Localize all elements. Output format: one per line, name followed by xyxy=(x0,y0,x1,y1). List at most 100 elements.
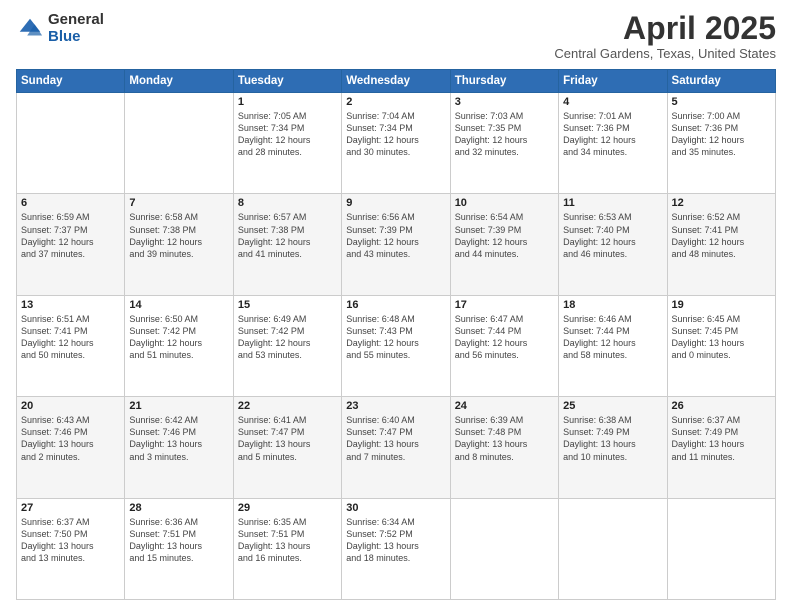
calendar-cell: 9 Sunrise: 6:56 AM Sunset: 7:39 PM Daylig… xyxy=(342,194,450,295)
calendar-cell: 25 Sunrise: 6:38 AM Sunset: 7:49 PM Dayli… xyxy=(559,397,667,498)
day-info: Sunrise: 6:52 AM Sunset: 7:41 PM Dayligh… xyxy=(672,211,771,260)
day-number: 15 xyxy=(238,299,337,311)
day-number: 30 xyxy=(346,502,445,514)
day-info: Sunrise: 6:42 AM Sunset: 7:46 PM Dayligh… xyxy=(129,414,228,463)
day-info: Sunrise: 6:53 AM Sunset: 7:40 PM Dayligh… xyxy=(563,211,662,260)
week-row-3: 13 Sunrise: 6:51 AM Sunset: 7:41 PM Dayli… xyxy=(17,295,776,396)
day-number: 19 xyxy=(672,299,771,311)
day-info: Sunrise: 6:36 AM Sunset: 7:51 PM Dayligh… xyxy=(129,516,228,565)
day-number: 16 xyxy=(346,299,445,311)
calendar-cell: 16 Sunrise: 6:48 AM Sunset: 7:43 PM Dayli… xyxy=(342,295,450,396)
day-number: 18 xyxy=(563,299,662,311)
calendar-cell: 17 Sunrise: 6:47 AM Sunset: 7:44 PM Dayli… xyxy=(450,295,558,396)
calendar-cell: 15 Sunrise: 6:49 AM Sunset: 7:42 PM Dayli… xyxy=(233,295,341,396)
calendar-cell: 13 Sunrise: 6:51 AM Sunset: 7:41 PM Dayli… xyxy=(17,295,125,396)
calendar-cell: 21 Sunrise: 6:42 AM Sunset: 7:46 PM Dayli… xyxy=(125,397,233,498)
day-number: 25 xyxy=(563,400,662,412)
calendar-cell: 26 Sunrise: 6:37 AM Sunset: 7:49 PM Dayli… xyxy=(667,397,775,498)
calendar-cell: 8Sunrise: 6:57 AM Sunset: 7:38 PM Daylig… xyxy=(233,194,341,295)
day-number: 3 xyxy=(455,96,554,108)
week-row-1: 1Sunrise: 7:05 AM Sunset: 7:34 PM Daylig… xyxy=(17,93,776,194)
col-header-monday: Monday xyxy=(125,70,233,93)
day-number: 20 xyxy=(21,400,120,412)
day-info: Sunrise: 6:47 AM Sunset: 7:44 PM Dayligh… xyxy=(455,313,554,362)
week-row-4: 20 Sunrise: 6:43 AM Sunset: 7:46 PM Dayli… xyxy=(17,397,776,498)
calendar-cell xyxy=(559,498,667,599)
day-info: Sunrise: 6:51 AM Sunset: 7:41 PM Dayligh… xyxy=(21,313,120,362)
day-info: Sunrise: 6:50 AM Sunset: 7:42 PM Dayligh… xyxy=(129,313,228,362)
calendar-cell xyxy=(17,93,125,194)
calendar-cell: 12 Sunrise: 6:52 AM Sunset: 7:41 PM Dayli… xyxy=(667,194,775,295)
day-number: 4 xyxy=(563,96,662,108)
calendar-cell: 4Sunrise: 7:01 AM Sunset: 7:36 PM Daylig… xyxy=(559,93,667,194)
day-info: Sunrise: 6:43 AM Sunset: 7:46 PM Dayligh… xyxy=(21,414,120,463)
day-number: 13 xyxy=(21,299,120,311)
day-number: 23 xyxy=(346,400,445,412)
day-info: Sunrise: 6:59 AM Sunset: 7:37 PM Dayligh… xyxy=(21,211,120,260)
calendar-cell: 10Sunrise: 6:54 AM Sunset: 7:39 PM Dayli… xyxy=(450,194,558,295)
day-info: Sunrise: 7:04 AM Sunset: 7:34 PM Dayligh… xyxy=(346,110,445,159)
day-info: Sunrise: 6:35 AM Sunset: 7:51 PM Dayligh… xyxy=(238,516,337,565)
col-header-sunday: Sunday xyxy=(17,70,125,93)
day-number: 27 xyxy=(21,502,120,514)
calendar-cell: 30 Sunrise: 6:34 AM Sunset: 7:52 PM Dayli… xyxy=(342,498,450,599)
calendar-cell: 19 Sunrise: 6:45 AM Sunset: 7:45 PM Dayli… xyxy=(667,295,775,396)
day-number: 22 xyxy=(238,400,337,412)
col-header-saturday: Saturday xyxy=(667,70,775,93)
week-row-5: 27 Sunrise: 6:37 AM Sunset: 7:50 PM Dayli… xyxy=(17,498,776,599)
calendar-cell: 1Sunrise: 7:05 AM Sunset: 7:34 PM Daylig… xyxy=(233,93,341,194)
day-number: 11 xyxy=(563,197,662,209)
day-info: Sunrise: 6:56 AM Sunset: 7:39 PM Dayligh… xyxy=(346,211,445,260)
day-info: Sunrise: 6:46 AM Sunset: 7:44 PM Dayligh… xyxy=(563,313,662,362)
day-info: Sunrise: 6:45 AM Sunset: 7:45 PM Dayligh… xyxy=(672,313,771,362)
day-number: 10 xyxy=(455,197,554,209)
day-info: Sunrise: 6:37 AM Sunset: 7:49 PM Dayligh… xyxy=(672,414,771,463)
day-number: 28 xyxy=(129,502,228,514)
calendar-cell: 29 Sunrise: 6:35 AM Sunset: 7:51 PM Dayli… xyxy=(233,498,341,599)
day-number: 7 xyxy=(129,197,228,209)
day-number: 26 xyxy=(672,400,771,412)
day-number: 21 xyxy=(129,400,228,412)
calendar-cell: 14 Sunrise: 6:50 AM Sunset: 7:42 PM Dayli… xyxy=(125,295,233,396)
calendar-cell: 27 Sunrise: 6:37 AM Sunset: 7:50 PM Dayli… xyxy=(17,498,125,599)
day-number: 17 xyxy=(455,299,554,311)
month-title: April 2025 xyxy=(554,12,776,44)
calendar-cell: 11 Sunrise: 6:53 AM Sunset: 7:40 PM Dayli… xyxy=(559,194,667,295)
col-header-friday: Friday xyxy=(559,70,667,93)
calendar-header-row: SundayMondayTuesdayWednesdayThursdayFrid… xyxy=(17,70,776,93)
col-header-thursday: Thursday xyxy=(450,70,558,93)
day-info: Sunrise: 6:48 AM Sunset: 7:43 PM Dayligh… xyxy=(346,313,445,362)
calendar-cell: 5 Sunrise: 7:00 AM Sunset: 7:36 PM Daylig… xyxy=(667,93,775,194)
day-info: Sunrise: 7:00 AM Sunset: 7:36 PM Dayligh… xyxy=(672,110,771,159)
page: General Blue April 2025 Central Gardens,… xyxy=(0,0,792,612)
day-number: 29 xyxy=(238,502,337,514)
day-info: Sunrise: 7:03 AM Sunset: 7:35 PM Dayligh… xyxy=(455,110,554,159)
calendar-cell: 20 Sunrise: 6:43 AM Sunset: 7:46 PM Dayli… xyxy=(17,397,125,498)
day-number: 14 xyxy=(129,299,228,311)
day-number: 12 xyxy=(672,197,771,209)
calendar-cell: 6Sunrise: 6:59 AM Sunset: 7:37 PM Daylig… xyxy=(17,194,125,295)
calendar-cell xyxy=(125,93,233,194)
title-block: April 2025 Central Gardens, Texas, Unite… xyxy=(554,12,776,61)
day-info: Sunrise: 6:40 AM Sunset: 7:47 PM Dayligh… xyxy=(346,414,445,463)
day-number: 9 xyxy=(346,197,445,209)
day-info: Sunrise: 6:49 AM Sunset: 7:42 PM Dayligh… xyxy=(238,313,337,362)
day-info: Sunrise: 6:37 AM Sunset: 7:50 PM Dayligh… xyxy=(21,516,120,565)
logo: General Blue xyxy=(16,12,104,45)
day-info: Sunrise: 6:34 AM Sunset: 7:52 PM Dayligh… xyxy=(346,516,445,565)
calendar-cell: 3 Sunrise: 7:03 AM Sunset: 7:35 PM Daylig… xyxy=(450,93,558,194)
col-header-tuesday: Tuesday xyxy=(233,70,341,93)
day-number: 2 xyxy=(346,96,445,108)
calendar-cell: 7Sunrise: 6:58 AM Sunset: 7:38 PM Daylig… xyxy=(125,194,233,295)
logo-text: General Blue xyxy=(48,12,104,45)
calendar-cell: 18 Sunrise: 6:46 AM Sunset: 7:44 PM Dayli… xyxy=(559,295,667,396)
calendar-cell: 23 Sunrise: 6:40 AM Sunset: 7:47 PM Dayli… xyxy=(342,397,450,498)
calendar-cell xyxy=(450,498,558,599)
day-number: 5 xyxy=(672,96,771,108)
week-row-2: 6Sunrise: 6:59 AM Sunset: 7:37 PM Daylig… xyxy=(17,194,776,295)
calendar-table: SundayMondayTuesdayWednesdayThursdayFrid… xyxy=(16,69,776,600)
day-info: Sunrise: 6:41 AM Sunset: 7:47 PM Dayligh… xyxy=(238,414,337,463)
day-info: Sunrise: 6:38 AM Sunset: 7:49 PM Dayligh… xyxy=(563,414,662,463)
location: Central Gardens, Texas, United States xyxy=(554,46,776,61)
logo-icon xyxy=(16,15,44,43)
